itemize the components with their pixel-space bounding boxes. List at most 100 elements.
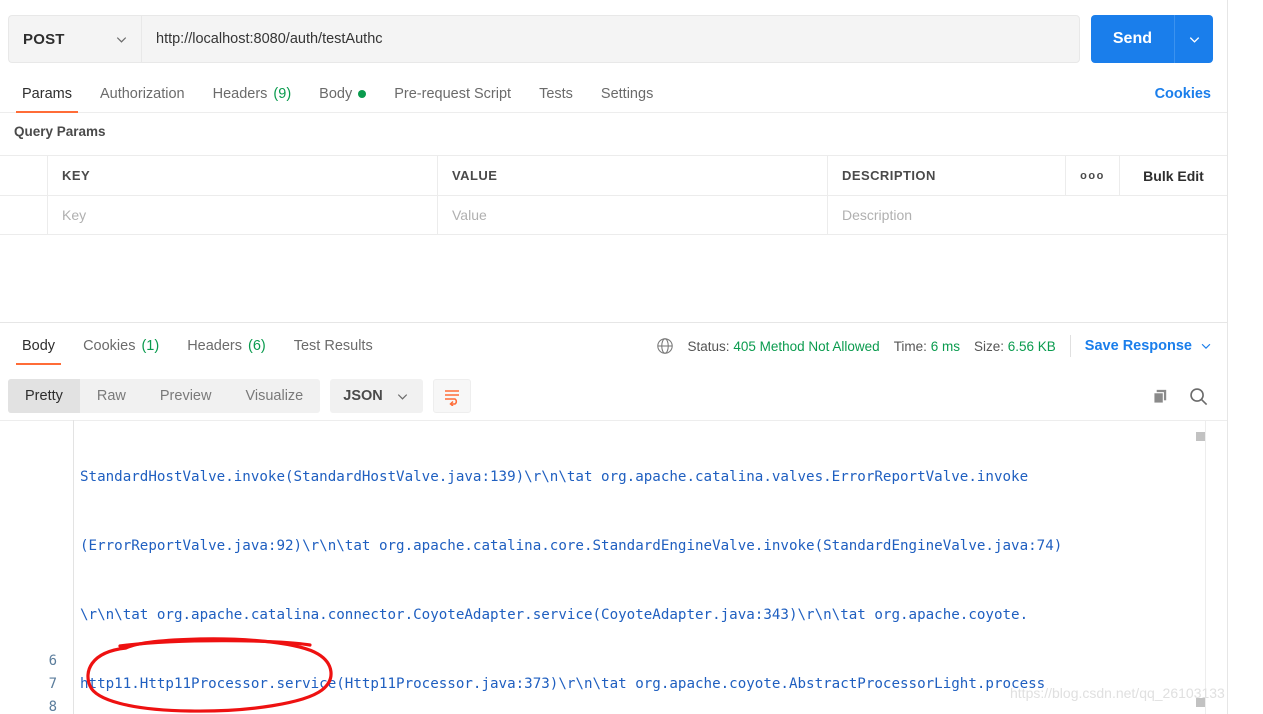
send-button-group: Send xyxy=(1090,15,1213,63)
response-tab-test-results[interactable]: Test Results xyxy=(280,328,387,364)
wrap-lines-icon[interactable] xyxy=(432,379,471,413)
tab-label: Authorization xyxy=(99,86,185,102)
divider xyxy=(1069,335,1071,357)
row-checkbox-cell[interactable] xyxy=(0,196,48,234)
bulk-edit-button[interactable]: Bulk Edit xyxy=(1120,156,1227,195)
view-mode-pretty[interactable]: Pretty xyxy=(8,379,80,413)
line-number-gutter: 6 7 8 xyxy=(0,420,73,714)
param-value-input[interactable]: Value xyxy=(438,196,828,234)
param-description-placeholder: Description xyxy=(842,207,913,223)
save-response-button[interactable]: Save Response xyxy=(1085,338,1213,354)
query-params-table: KEY VALUE DESCRIPTION ooo Bulk Edit Key xyxy=(0,155,1227,235)
chevron-down-icon xyxy=(114,32,129,47)
scroll-marker xyxy=(1196,432,1205,441)
column-header-description: DESCRIPTION xyxy=(842,168,936,183)
response-body-code-viewer[interactable]: 6 7 8 StandardHostValve.invoke(StandardH… xyxy=(0,420,1227,714)
request-url-text: http://localhost:8080/auth/testAuthc xyxy=(156,31,383,47)
send-options-button[interactable] xyxy=(1174,15,1213,63)
globe-icon xyxy=(656,337,674,355)
line-number xyxy=(0,443,57,466)
table-header-row: KEY VALUE DESCRIPTION ooo Bulk Edit xyxy=(0,155,1227,195)
response-toolbar-actions xyxy=(1151,386,1213,407)
ellipsis-icon: ooo xyxy=(1080,169,1105,182)
postman-app-window: POST http://localhost:8080/auth/testAuth… xyxy=(0,0,1263,714)
tab-label: Body xyxy=(319,86,353,102)
view-mode-raw[interactable]: Raw xyxy=(80,379,143,413)
column-header-description-group: DESCRIPTION ooo Bulk Edit xyxy=(828,156,1227,195)
size-badge: Size: 6.56 KB xyxy=(974,339,1056,354)
tab-params[interactable]: Params xyxy=(8,76,86,113)
line-number xyxy=(0,581,57,604)
chevron-down-icon xyxy=(1201,343,1211,350)
send-button[interactable]: Send xyxy=(1090,15,1174,63)
time-badge: Time: 6 ms xyxy=(894,339,960,354)
column-header-key: KEY xyxy=(48,156,438,195)
chevron-down-icon xyxy=(397,393,407,400)
search-icon[interactable] xyxy=(1188,386,1209,407)
size-label: Size: xyxy=(973,338,1004,354)
tab-tests[interactable]: Tests xyxy=(525,76,587,112)
line-number xyxy=(0,535,57,558)
copy-icon[interactable] xyxy=(1151,387,1170,406)
http-method-select[interactable]: POST xyxy=(8,15,141,63)
tab-pre-request-script[interactable]: Pre-request Script xyxy=(380,76,525,112)
code-line: (ErrorReportValve.java:92)\r\n\tat org.a… xyxy=(80,538,1063,554)
time-value: 6 ms xyxy=(930,338,960,354)
response-tab-body[interactable]: Body xyxy=(8,328,69,365)
response-tab-cookies[interactable]: Cookies (1) xyxy=(69,328,173,364)
tab-label: Settings xyxy=(600,86,654,102)
gutter-divider xyxy=(73,420,74,714)
save-response-label: Save Response xyxy=(1084,338,1192,354)
http-method-label: POST xyxy=(23,30,65,48)
tab-label: Params xyxy=(22,86,72,102)
line-number xyxy=(0,512,57,535)
line-number xyxy=(0,466,57,489)
param-description-input[interactable]: Description xyxy=(828,196,1227,234)
request-tabs: Params Authorization Headers (9) Body Pr… xyxy=(0,76,1227,113)
line-number xyxy=(0,627,57,650)
code-content: StandardHostValve.invoke(StandardHostVal… xyxy=(80,420,1197,714)
response-tab-headers[interactable]: Headers (6) xyxy=(173,328,280,364)
chevron-down-icon xyxy=(1189,36,1199,43)
tab-label: Tests xyxy=(539,86,573,102)
line-number: 7 xyxy=(48,676,57,692)
code-scrollbar[interactable] xyxy=(1205,420,1206,714)
tab-label: Headers xyxy=(212,86,268,102)
params-more-options-button[interactable]: ooo xyxy=(1065,156,1120,195)
headers-count-badge: (9) xyxy=(273,86,292,102)
response-meta: Status: 405 Method Not Allowed Time: 6 m… xyxy=(656,335,1213,357)
tab-headers[interactable]: Headers (9) xyxy=(199,76,306,112)
tab-settings[interactable]: Settings xyxy=(587,76,667,112)
view-mode-preview[interactable]: Preview xyxy=(143,379,229,413)
column-header-value: VALUE xyxy=(438,156,828,195)
request-url-bar: POST http://localhost:8080/auth/testAuth… xyxy=(0,13,1227,65)
view-mode-visualize[interactable]: Visualize xyxy=(228,379,320,413)
status-value: 405 Method Not Allowed xyxy=(733,338,880,354)
time-label: Time: xyxy=(893,338,927,354)
response-format-label: JSON xyxy=(343,388,383,404)
tab-label: Cookies xyxy=(83,338,136,354)
param-key-placeholder: Key xyxy=(62,207,87,223)
cookies-link[interactable]: Cookies xyxy=(1155,76,1213,112)
response-format-select[interactable]: JSON xyxy=(330,379,423,413)
tab-authorization[interactable]: Authorization xyxy=(86,76,199,112)
line-number: 8 xyxy=(48,699,57,714)
tab-label: Body xyxy=(22,338,56,354)
param-key-input[interactable]: Key xyxy=(48,196,438,234)
param-value-placeholder: Value xyxy=(452,207,487,223)
tab-body[interactable]: Body xyxy=(305,76,380,112)
line-number xyxy=(0,420,57,443)
status-label: Status: xyxy=(687,338,730,354)
select-all-cell[interactable] xyxy=(0,156,48,195)
pane-splitter[interactable] xyxy=(0,322,1227,323)
size-value: 6.56 KB xyxy=(1007,338,1056,354)
right-sidebar xyxy=(1228,0,1263,714)
query-params-title: Query Params xyxy=(14,124,106,139)
table-row: Key Value Description xyxy=(0,195,1227,235)
tab-label: Pre-request Script xyxy=(394,86,512,102)
request-url-input[interactable]: http://localhost:8080/auth/testAuthc xyxy=(141,15,1080,63)
line-number xyxy=(0,604,57,627)
cookies-count-badge: (1) xyxy=(141,338,160,354)
body-present-dot-icon xyxy=(358,90,367,98)
response-headers-count-badge: (6) xyxy=(248,338,266,354)
